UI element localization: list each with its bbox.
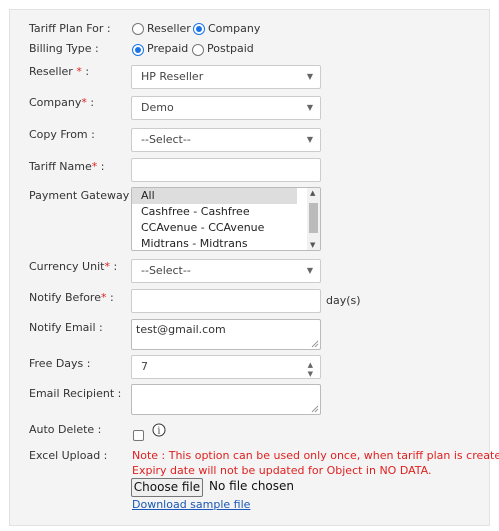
notify-email-value: test@gmail.com [136,323,226,336]
listbox-scrollbar[interactable]: ▲ ▼ [307,188,320,250]
file-status-text: No file chosen [209,479,295,493]
radio-reseller[interactable] [132,23,144,35]
tariff-form-panel: Tariff Plan For : Reseller Company Billi… [9,9,499,526]
chevron-down-icon: ▼ [306,135,313,144]
tariff-plan-for-label: Tariff Plan For : [29,22,111,35]
free-days-stepper[interactable]: 7 ▲ ▼ [131,355,321,379]
scroll-down-icon[interactable]: ▼ [310,241,315,249]
choose-file-button[interactable]: Choose file [131,478,203,497]
resize-grip-icon[interactable] [311,405,319,413]
currency-unit-label: Currency Unit* : [29,260,118,273]
scroll-up-icon[interactable]: ▲ [310,189,315,197]
currency-unit-select[interactable]: --Select-- ▼ [131,259,321,283]
company-label: Company* : [29,96,95,109]
resize-grip-icon[interactable] [311,340,319,348]
copy-from-select-value: --Select-- [141,133,191,146]
copy-from-label: Copy From : [29,128,95,141]
spinner-arrows-icon[interactable]: ▲ ▼ [308,361,313,379]
chevron-down-icon: ▼ [306,103,313,112]
payment-gateway-listbox[interactable]: All Cashfree - Cashfree CCAvenue - CCAve… [131,187,321,251]
upload-note-line2: Expiry date will not be updated for Obje… [132,464,432,477]
excel-upload-label: Excel Upload : [29,449,108,462]
reseller-select[interactable]: HP Reseller ▼ [131,65,321,89]
chevron-down-icon: ▼ [306,72,313,81]
billing-type-label: Billing Type : [29,42,99,55]
tariff-name-input[interactable] [131,158,321,182]
download-sample-link[interactable]: Download sample file [132,498,250,511]
required-mark: * [104,260,110,273]
radio-postpaid-label: Postpaid [207,42,254,55]
notify-before-unit: day(s) [326,294,361,307]
auto-delete-label: Auto Delete : [29,423,102,436]
required-mark: * [81,96,87,109]
required-mark: * [76,65,82,78]
info-glyph: i [158,427,161,437]
radio-prepaid[interactable] [132,44,144,56]
radio-postpaid[interactable] [192,44,204,56]
radio-company[interactable] [193,23,205,35]
notify-before-label: Notify Before* : [29,291,114,304]
copy-from-select[interactable]: --Select-- ▼ [131,128,321,152]
free-days-value: 7 [141,360,148,373]
upload-note-line1: Note : This option can be used only once… [132,449,499,462]
radio-reseller-label: Reseller [147,22,191,35]
auto-delete-checkbox[interactable] [133,430,144,441]
radio-company-label: Company [208,22,261,35]
tariff-name-label: Tariff Name* : [29,160,105,173]
chevron-down-icon: ▼ [306,266,313,275]
required-mark: * [91,160,98,173]
free-days-label: Free Days : [29,357,91,370]
company-select-value: Demo [141,101,174,114]
notify-email-textarea[interactable]: test@gmail.com [131,319,321,350]
currency-unit-select-value: --Select-- [141,264,191,277]
notify-before-input[interactable] [131,289,321,313]
notify-email-label: Notify Email : [29,321,103,334]
required-mark: * [100,291,107,304]
list-item[interactable]: Cashfree - Cashfree [132,204,297,220]
email-recipient-textarea[interactable] [131,384,321,415]
list-item[interactable]: Midtrans - Midtrans [132,236,297,250]
list-item[interactable]: All [132,188,297,204]
email-recipient-label: Email Recipient : [29,387,122,400]
radio-prepaid-label: Prepaid [147,42,189,55]
payment-gateway-label: Payment Gateway : [29,189,137,202]
company-select[interactable]: Demo ▼ [131,96,321,120]
list-item[interactable]: CCAvenue - CCAvenue [132,220,297,236]
reseller-label: Reseller * : [29,65,90,78]
info-icon[interactable]: i [152,423,166,437]
reseller-select-value: HP Reseller [141,70,204,83]
scrollbar-thumb[interactable] [309,203,318,233]
